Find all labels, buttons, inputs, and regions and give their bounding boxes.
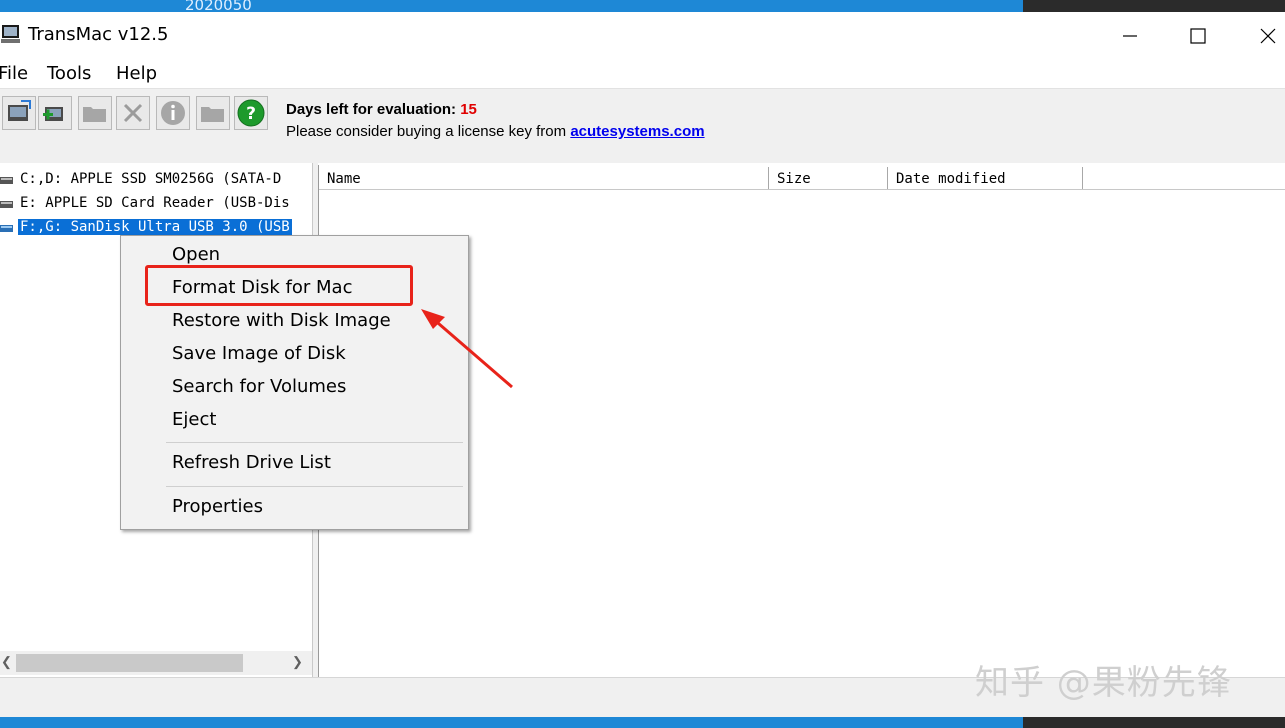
hard-drive-icon	[0, 177, 13, 184]
taskbar-strip-dark	[1023, 717, 1285, 728]
new-folder-button[interactable]	[196, 96, 230, 130]
folder-icon	[83, 107, 106, 122]
maximize-button[interactable]	[1186, 24, 1210, 48]
add-icon	[43, 107, 63, 121]
menu-separator	[166, 442, 463, 443]
column-name[interactable]: Name	[319, 167, 769, 189]
info-icon	[161, 101, 185, 125]
column-date-modified[interactable]: Date modified	[888, 167, 1083, 189]
scroll-right-icon[interactable]: ❯	[292, 654, 303, 670]
info-button[interactable]	[156, 96, 190, 130]
delete-icon	[123, 103, 143, 123]
license-link[interactable]: acutesystems.com	[570, 123, 704, 140]
menu-bar	[0, 60, 1285, 88]
license-notice: Please consider buying a license key fro…	[286, 123, 705, 140]
new-folder-icon	[201, 107, 224, 122]
hard-drive-icon	[0, 201, 13, 208]
add-button[interactable]	[38, 96, 72, 130]
watermark: 知乎 @果粉先锋	[975, 663, 1232, 703]
minimize-button[interactable]	[1118, 24, 1142, 48]
title-bar	[0, 12, 1285, 60]
menu-help[interactable]: Help	[116, 63, 157, 84]
app-icon	[1, 25, 20, 43]
menu-item-open[interactable]: Open	[172, 244, 220, 265]
folder-button[interactable]	[78, 96, 112, 130]
column-size[interactable]: Size	[769, 167, 888, 189]
window-title: TransMac v12.5	[28, 24, 169, 45]
menu-item-eject[interactable]: Eject	[172, 409, 216, 430]
desktop-top-strip-dark	[1023, 0, 1285, 12]
svg-text:?: ?	[246, 104, 256, 124]
menu-item-properties[interactable]: Properties	[172, 496, 263, 517]
tree-scroll-thumb[interactable]	[16, 654, 243, 672]
license-text: Please consider buying a license key fro…	[286, 123, 567, 140]
menu-item-search-volumes[interactable]: Search for Volumes	[172, 376, 346, 397]
menu-item-save-image[interactable]: Save Image of Disk	[172, 343, 346, 364]
help-button[interactable]: ?	[234, 96, 268, 130]
menu-separator	[166, 486, 463, 487]
annotation-highlight-box	[145, 265, 413, 306]
evaluation-days: 15	[460, 101, 477, 118]
drive-label: C:,D: APPLE SSD SM0256G (SATA-D	[20, 171, 282, 187]
drive-label: F:,G: SanDisk Ultra USB 3.0 (USB	[18, 219, 292, 235]
scroll-left-icon[interactable]: ❮	[1, 654, 12, 670]
annotation-arrow-icon	[421, 309, 513, 389]
drive-item[interactable]: E: APPLE SD Card Reader (USB-Dis	[0, 193, 312, 215]
menu-item-refresh-drives[interactable]: Refresh Drive List	[172, 452, 331, 473]
help-icon: ?	[237, 99, 265, 127]
drive-label: E: APPLE SD Card Reader (USB-Dis	[20, 195, 290, 211]
menu-item-restore-image[interactable]: Restore with Disk Image	[172, 310, 391, 331]
evaluation-label: Days left for evaluation:	[286, 101, 457, 118]
menu-tools[interactable]: Tools	[47, 63, 91, 84]
open-drive-button[interactable]	[2, 96, 36, 130]
delete-button[interactable]	[116, 96, 150, 130]
evaluation-notice: Days left for evaluation: 15	[286, 101, 477, 118]
drive-item[interactable]: C:,D: APPLE SSD SM0256G (SATA-D	[0, 169, 312, 191]
usb-drive-icon	[0, 225, 13, 232]
menu-file[interactable]: File	[0, 63, 28, 84]
close-button[interactable]	[1256, 24, 1280, 48]
open-drive-icon	[8, 100, 31, 121]
